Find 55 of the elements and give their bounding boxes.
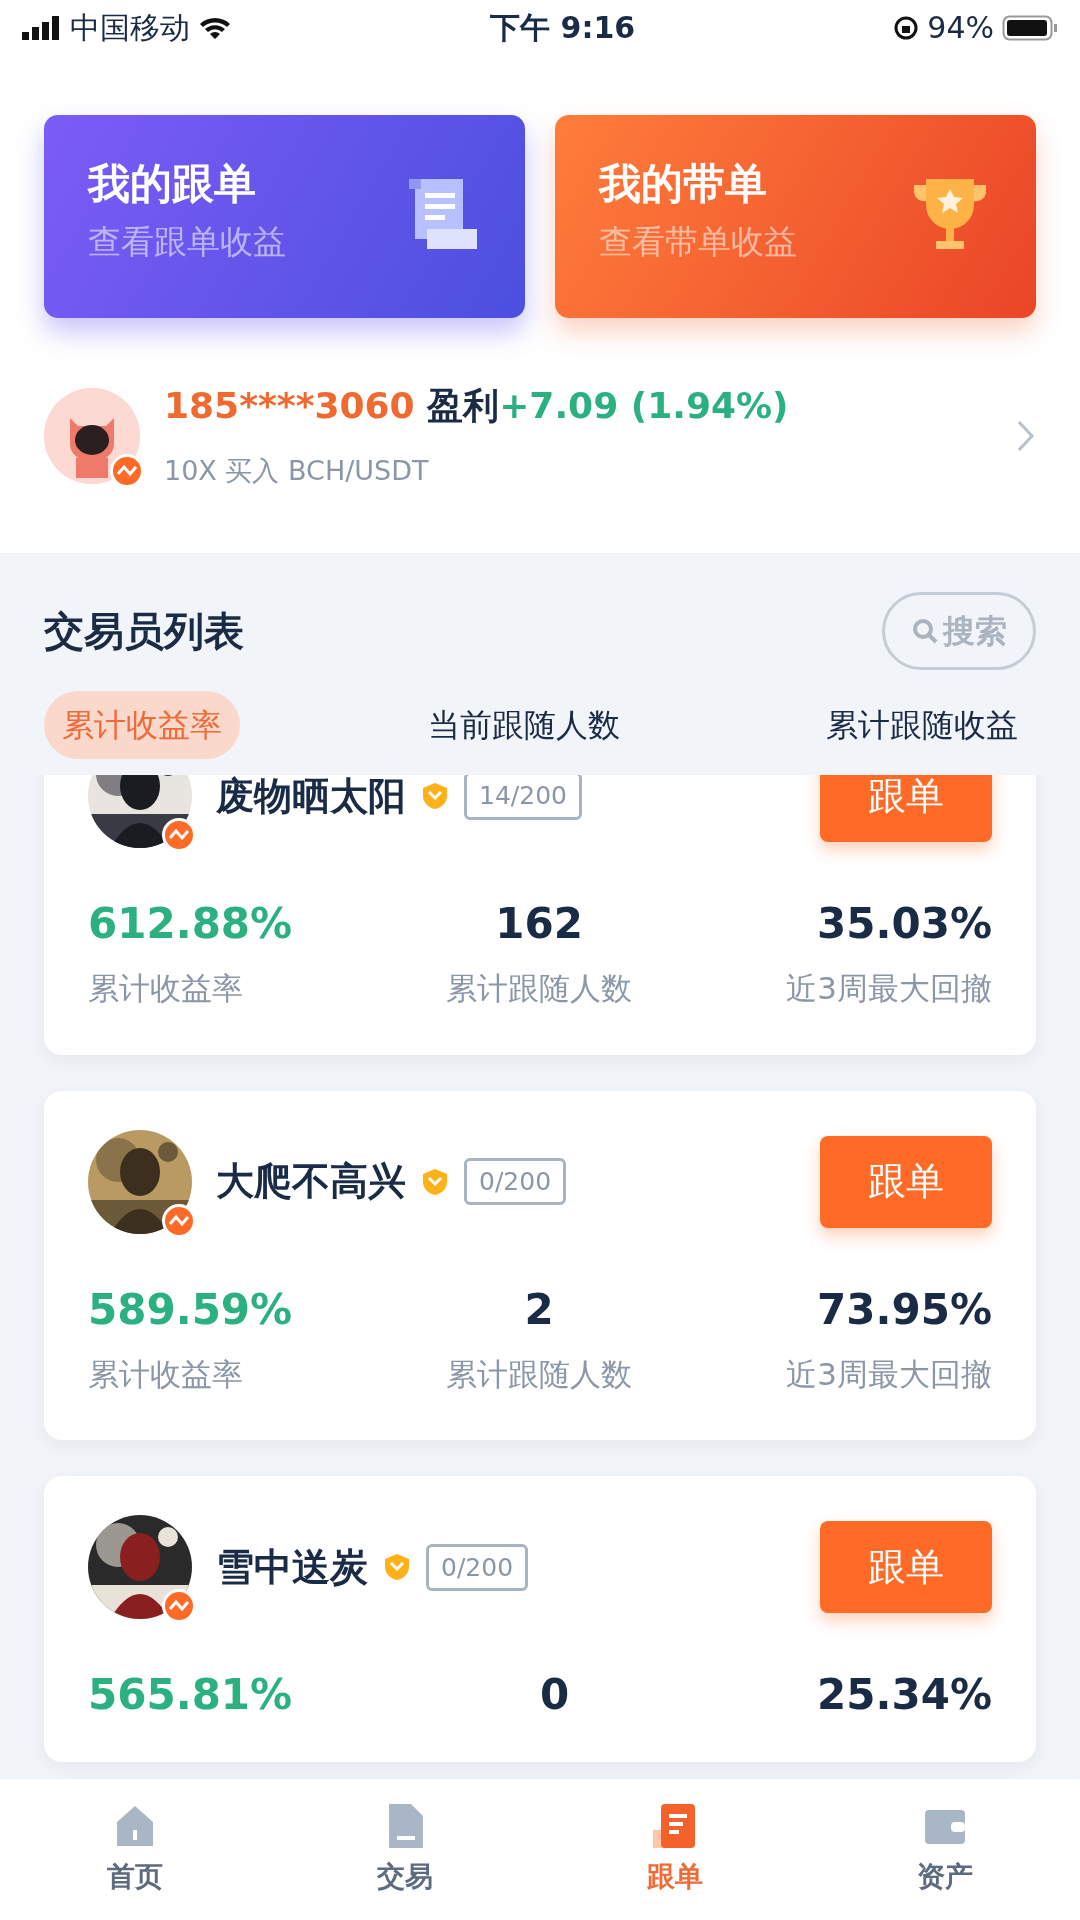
profit-value: +7.09 (1.94%) bbox=[499, 385, 789, 427]
stat-label: 累计收益率 bbox=[88, 1354, 244, 1394]
follower-slots: 14/200 bbox=[464, 775, 582, 820]
trader-id: 185****3060 bbox=[164, 385, 415, 427]
shield-icon bbox=[422, 782, 448, 810]
card-subtitle: 查看带单收益 bbox=[599, 221, 798, 264]
trade-detail: 10X 买入 BCH/USDT bbox=[164, 454, 430, 489]
carrier-name: 中国移动 bbox=[70, 9, 190, 47]
stat-value: 25.34% bbox=[817, 1672, 992, 1719]
profit-label: 盈利 bbox=[427, 385, 500, 427]
card-title: 我的跟单 bbox=[88, 159, 257, 210]
card-title: 我的带单 bbox=[599, 159, 768, 210]
battery-icon bbox=[1002, 14, 1058, 41]
mascot-icon bbox=[44, 387, 140, 484]
stat-value: 589.59% bbox=[88, 1286, 293, 1333]
stat-value: 0 bbox=[540, 1672, 570, 1719]
trader-name: 废物晒太阳 bbox=[216, 775, 406, 820]
hero-card[interactable]: 我的跟单 查看跟单收益 bbox=[44, 115, 525, 318]
chevron-right-icon[interactable] bbox=[1016, 418, 1036, 453]
shield-icon bbox=[384, 1553, 410, 1582]
follow-button[interactable]: 跟单 bbox=[820, 1135, 992, 1228]
follower-slots: 0/200 bbox=[464, 1157, 567, 1206]
follower-slots: 0/200 bbox=[426, 1543, 529, 1592]
clock-time: 下午 9:16 bbox=[490, 9, 636, 47]
nav-tab[interactable]: 资产 bbox=[875, 1801, 1015, 1898]
search-icon bbox=[911, 617, 939, 645]
sort-tab[interactable]: 当前跟随人数 bbox=[410, 691, 638, 759]
stat-value: 2 bbox=[523, 1286, 555, 1333]
stat-label: 累计跟随人数 bbox=[446, 1354, 633, 1394]
stat-label: 累计跟随人数 bbox=[446, 969, 633, 1009]
trader-name: 大爬不高兴 bbox=[216, 1158, 406, 1206]
shield-icon bbox=[422, 1167, 448, 1196]
stat-label: 近3周最大回撤 bbox=[786, 969, 992, 1009]
signal-icon bbox=[22, 15, 62, 40]
stat-value: 162 bbox=[494, 901, 585, 948]
nav-tab[interactable]: 交易 bbox=[335, 1801, 475, 1898]
follow-button[interactable]: 跟单 bbox=[820, 775, 992, 842]
sort-tab[interactable]: 累计收益率 bbox=[44, 691, 240, 759]
stat-value: 35.03% bbox=[816, 901, 992, 948]
nav-tab[interactable]: 首页 bbox=[65, 1801, 205, 1898]
hero-card[interactable]: 我的带单 查看带单收益 bbox=[555, 115, 1036, 318]
battery-percent: 94% bbox=[927, 9, 994, 47]
stat-label: 近3周最大回撤 bbox=[786, 1354, 992, 1394]
card-subtitle: 查看跟单收益 bbox=[88, 221, 287, 264]
sort-tab[interactable]: 累计跟随收益 bbox=[808, 691, 1036, 759]
search-button[interactable]: 搜索 bbox=[882, 592, 1036, 670]
rotation-lock-icon bbox=[893, 14, 920, 41]
stat-value: 73.95% bbox=[816, 1286, 992, 1333]
stat-label: 累计收益率 bbox=[88, 969, 244, 1009]
trader-name: 雪中送炭 bbox=[216, 1543, 368, 1591]
stat-value: 565.81% bbox=[88, 1672, 293, 1719]
section-title: 交易员列表 bbox=[44, 607, 244, 656]
nav-tab[interactable]: 跟单 bbox=[605, 1801, 745, 1898]
stat-value: 612.88% bbox=[88, 901, 293, 948]
follow-button[interactable]: 跟单 bbox=[820, 1521, 992, 1614]
